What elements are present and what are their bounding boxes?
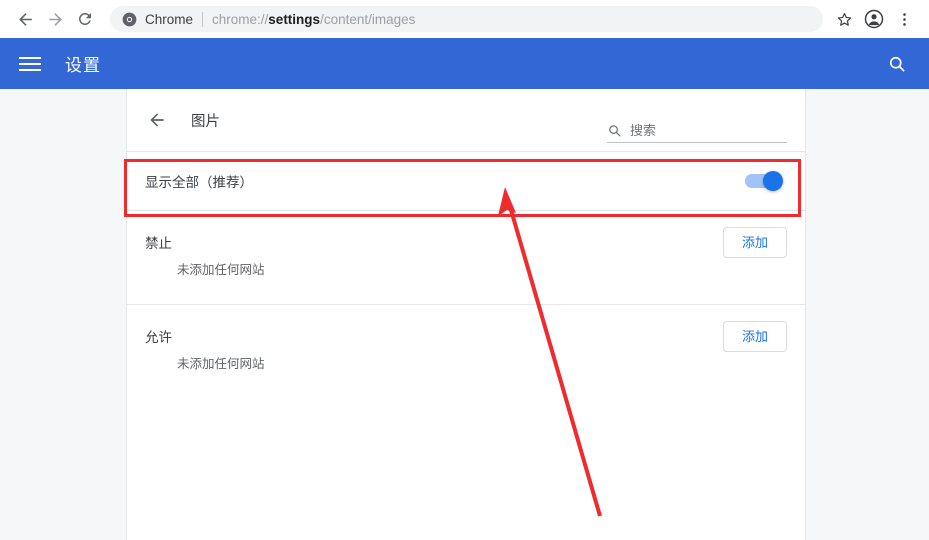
toggle-knob (763, 171, 783, 191)
url-prefix: chrome:// (212, 11, 269, 27)
back-arrow-icon (18, 12, 32, 26)
allow-add-button[interactable]: 添加 (722, 320, 787, 352)
chrome-menu-button[interactable] (889, 4, 919, 34)
show-all-toggle-row[interactable]: 显示全部（推荐） (127, 152, 805, 210)
page-header-row: 图片 搜索 (127, 89, 805, 151)
hamburger-line (19, 62, 41, 65)
url-bold-segment: settings (268, 11, 321, 27)
browser-window: Chrome chrome://settings/content/images (0, 0, 929, 540)
settings-page-background: 图片 搜索 显示全部（推荐） 禁止 添加 未添加任何网站 允许 添加 未添加任何… (0, 89, 929, 540)
block-section: 禁止 添加 未添加任何网站 (127, 211, 805, 304)
settings-search-field[interactable]: 搜索 (607, 123, 787, 143)
search-placeholder: 搜索 (630, 123, 657, 138)
hamburger-line (19, 56, 41, 59)
bookmark-button[interactable] (829, 4, 859, 34)
address-bar[interactable]: Chrome chrome://settings/content/images (110, 6, 823, 32)
settings-content-card: 图片 搜索 显示全部（推荐） 禁止 添加 未添加任何网站 允许 添加 未添加任何… (126, 89, 806, 540)
forward-button[interactable] (40, 4, 70, 34)
search-icon (607, 123, 622, 138)
reload-icon (78, 12, 91, 25)
page-title: 图片 (191, 113, 220, 130)
reload-button[interactable] (70, 4, 100, 34)
block-empty-text: 未添加任何网站 (177, 263, 265, 277)
back-arrow-icon (150, 113, 164, 127)
omnibox-url: chrome://settings/content/images (212, 12, 415, 27)
three-dot-menu-icon (902, 12, 906, 26)
browser-toolbar: Chrome chrome://settings/content/images (0, 0, 929, 38)
show-all-label: 显示全部（推荐） (145, 175, 253, 190)
allow-section: 允许 添加 未添加任何网站 (127, 305, 805, 398)
search-icon (889, 56, 905, 71)
profile-button[interactable] (859, 4, 889, 34)
settings-app-header: 设置 (0, 38, 929, 89)
forward-arrow-icon (48, 12, 62, 26)
profile-avatar-icon (864, 9, 884, 29)
star-icon (837, 12, 851, 26)
chrome-logo-icon (122, 12, 137, 26)
allow-section-title: 允许 (145, 330, 172, 345)
omnibox-scheme-label: Chrome (145, 11, 194, 27)
page-back-button[interactable] (145, 108, 169, 132)
block-add-button[interactable]: 添加 (722, 226, 787, 258)
back-button[interactable] (10, 4, 40, 34)
hamburger-line (19, 68, 41, 71)
allow-empty-text: 未添加任何网站 (177, 357, 265, 371)
header-search-button[interactable] (883, 50, 911, 78)
url-suffix: /content/images (320, 11, 416, 27)
omnibox-divider (202, 11, 204, 27)
hamburger-menu-button[interactable] (19, 52, 43, 76)
block-section-title: 禁止 (145, 236, 172, 251)
show-all-toggle-switch[interactable] (745, 171, 783, 191)
settings-title: 设置 (65, 56, 101, 75)
